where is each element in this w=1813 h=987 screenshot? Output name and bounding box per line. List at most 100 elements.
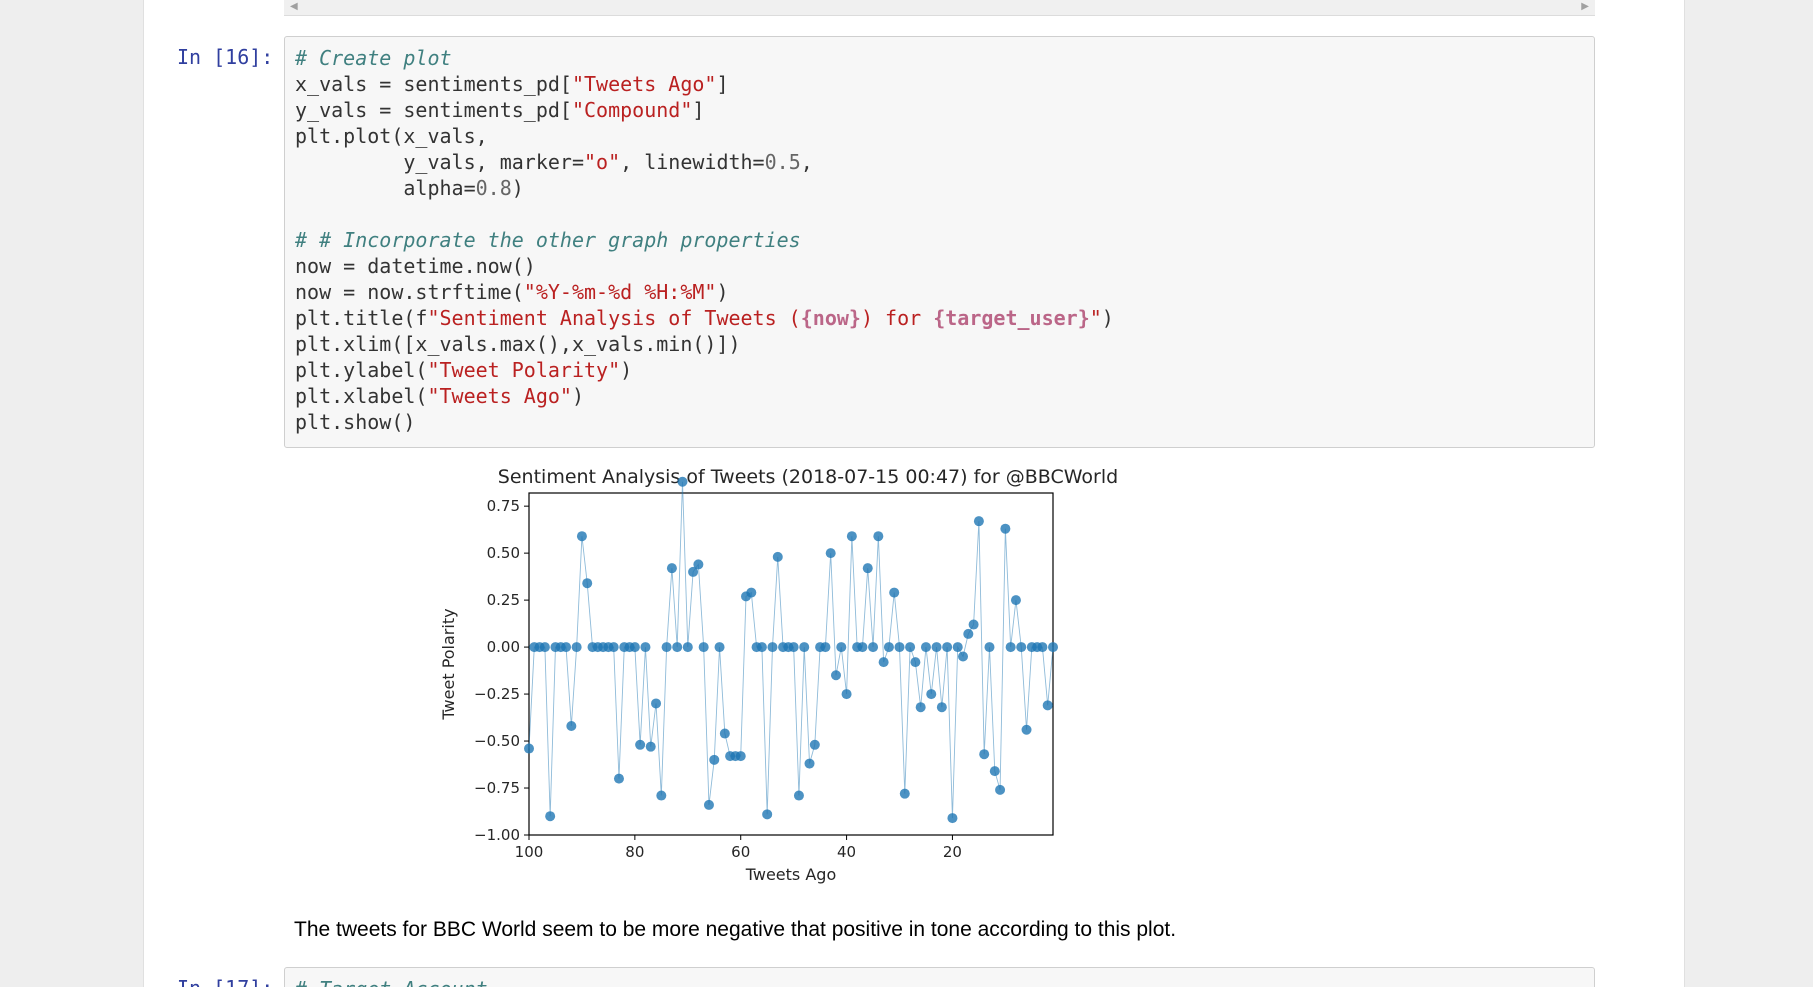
data-point <box>958 651 969 662</box>
code-token: plt.xlim([x_vals.max(),x_vals.min()]) <box>295 332 741 356</box>
code-editor-next[interactable]: # Target Account <box>295 976 488 987</box>
data-point <box>846 531 857 542</box>
code-token: ) <box>716 280 729 304</box>
code-cell-input-next[interactable]: # Target Account <box>284 967 1595 987</box>
data-point <box>698 642 709 653</box>
code-line: plt.xlabel("Tweets Ago") <box>295 383 1114 409</box>
data-point <box>1042 700 1053 711</box>
code-line: alpha=0.8) <box>295 175 1114 201</box>
data-point <box>926 689 937 700</box>
code-token: # Create plot <box>295 46 452 70</box>
code-token: plt.plot(x_vals, <box>295 124 488 148</box>
code-line: plt.plot(x_vals, <box>295 123 1114 149</box>
data-point <box>931 642 942 653</box>
code-line: now = datetime.now() <box>295 253 1114 279</box>
x-tick-label: 100 <box>515 843 544 861</box>
data-point <box>635 739 646 750</box>
data-point <box>719 728 730 739</box>
code-token: {target_user} <box>933 306 1090 330</box>
code-token: plt.title(f <box>295 306 428 330</box>
code-line: plt.ylabel("Tweet Polarity") <box>295 357 1114 383</box>
data-point <box>571 642 582 653</box>
code-token: ) <box>511 176 524 200</box>
code-line: now = now.strftime("%Y-%m-%d %H:%M") <box>295 279 1114 305</box>
data-point <box>809 739 820 750</box>
data-point <box>979 749 990 760</box>
y-tick-label: 0.50 <box>487 544 520 562</box>
code-editor[interactable]: # Create plot x_vals = sentiments_pd["Twe… <box>295 45 1114 435</box>
data-point <box>788 642 799 653</box>
data-point <box>645 741 656 752</box>
data-point <box>746 587 757 598</box>
code-line: # Target Account <box>295 976 488 987</box>
code-token: "Tweets Ago" <box>427 384 572 408</box>
code-line: plt.title(f"Sentiment Analysis of Tweets… <box>295 305 1114 331</box>
code-line: plt.show() <box>295 409 1114 435</box>
data-point <box>666 563 677 574</box>
data-point <box>661 642 672 653</box>
data-point <box>830 670 841 681</box>
data-point <box>862 563 873 574</box>
code-token: "o" <box>583 150 621 174</box>
data-point <box>883 642 894 653</box>
data-point <box>968 619 979 630</box>
y-tick-label: −0.25 <box>474 685 520 703</box>
code-line: plt.xlim([x_vals.max(),x_vals.min()]) <box>295 331 1114 357</box>
scroll-left-arrow-icon[interactable]: ◀ <box>290 0 298 13</box>
code-token: # Target Account <box>295 977 488 987</box>
data-point <box>1010 595 1021 606</box>
code-line: y_vals, marker="o", linewidth=0.5, <box>295 149 1114 175</box>
data-point <box>1037 642 1048 653</box>
code-token: 0.5 <box>764 150 801 174</box>
cell-prompt-next: In [17]: <box>177 976 273 987</box>
code-cell-input[interactable]: # Create plot x_vals = sentiments_pd["Twe… <box>284 36 1595 448</box>
code-token: {now} <box>800 306 861 330</box>
code-token: ) <box>620 358 633 382</box>
data-point <box>989 766 1000 777</box>
code-token: now = datetime.now() <box>295 254 536 278</box>
data-point <box>576 531 587 542</box>
data-point <box>1016 642 1027 653</box>
horizontal-scrollbar[interactable]: ◀ ▶ <box>284 0 1595 16</box>
data-point <box>613 773 624 784</box>
scroll-right-arrow-icon[interactable]: ▶ <box>1581 0 1589 13</box>
x-tick-label: 20 <box>943 843 962 861</box>
data-point <box>629 642 640 653</box>
cell-prompt: In [16]: <box>177 45 274 69</box>
code-token: ) <box>1101 306 1114 330</box>
y-tick-label: 0.75 <box>487 497 520 515</box>
data-point <box>1021 724 1032 735</box>
data-point <box>915 702 926 713</box>
code-token: plt.xlabel( <box>295 384 428 408</box>
code-token: , <box>800 150 813 174</box>
code-token: plt.show() <box>295 410 416 434</box>
data-point <box>963 628 974 639</box>
y-tick-label: −0.50 <box>474 732 520 750</box>
data-point <box>873 531 884 542</box>
data-point <box>936 702 947 713</box>
code-token: "%Y-%m-%d %H:%M" <box>523 280 717 304</box>
code-token: " <box>1089 306 1102 330</box>
data-point <box>889 587 900 598</box>
code-line: y_vals = sentiments_pd["Compound"] <box>295 97 1114 123</box>
code-token: plt.ylabel( <box>295 358 428 382</box>
data-point <box>693 559 704 570</box>
y-axis-label: Tweet Polarity <box>439 608 458 720</box>
data-point <box>984 642 995 653</box>
y-tick-label: 0.00 <box>487 638 520 656</box>
code-line: x_vals = sentiments_pd["Tweets Ago"] <box>295 71 1114 97</box>
notebook-container: ◀ ▶ In [16]: # Create plot x_vals = senti… <box>143 0 1685 987</box>
data-point <box>672 642 683 653</box>
y-tick-label: 0.25 <box>487 591 520 609</box>
data-point <box>709 754 720 765</box>
data-point <box>799 642 810 653</box>
data-point <box>640 642 651 653</box>
data-point <box>772 551 783 562</box>
data-point <box>899 788 910 799</box>
code-token: alpha= <box>295 176 476 200</box>
data-point <box>820 642 831 653</box>
axes-frame <box>528 492 1054 836</box>
code-token: now = now.strftime( <box>295 280 524 304</box>
sentiment-plot: Sentiment Analysis of Tweets (2018-07-15… <box>439 466 1118 884</box>
